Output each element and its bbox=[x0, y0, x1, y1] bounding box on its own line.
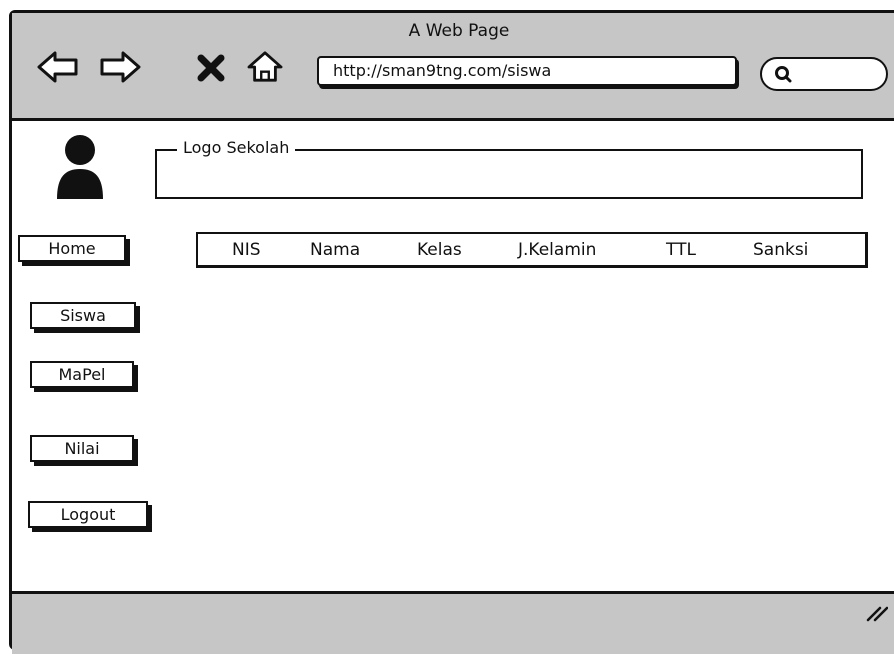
forward-arrow-icon[interactable] bbox=[98, 50, 142, 84]
search-input[interactable] bbox=[760, 57, 888, 91]
column-header-jkelamin: J.Kelamin bbox=[518, 240, 597, 260]
column-header-ttl: TTL bbox=[666, 240, 696, 260]
sidebar-item-home[interactable]: Home bbox=[18, 235, 126, 262]
browser-toolbar: A Web Page http://sman9tng.com/siswa bbox=[12, 13, 894, 121]
back-arrow-icon[interactable] bbox=[36, 50, 80, 84]
table-header: NIS Nama Kelas J.Kelamin TTL Sanksi bbox=[196, 232, 868, 268]
column-header-nama: Nama bbox=[310, 240, 361, 260]
column-header-nis: NIS bbox=[232, 240, 261, 260]
resize-grip-icon[interactable] bbox=[866, 602, 888, 622]
logo-label: Logo Sekolah bbox=[177, 138, 296, 158]
column-header-kelas: Kelas bbox=[417, 240, 462, 260]
browser-window: A Web Page http://sman9tng.com/siswa Log… bbox=[9, 10, 894, 654]
sidebar-item-mapel[interactable]: MaPel bbox=[30, 361, 134, 388]
column-header-sanksi: Sanksi bbox=[753, 240, 809, 260]
address-bar[interactable]: http://sman9tng.com/siswa bbox=[317, 56, 737, 86]
window-title: A Web Page bbox=[408, 21, 510, 41]
close-icon[interactable] bbox=[194, 50, 228, 84]
sidebar-item-nilai[interactable]: Nilai bbox=[30, 435, 134, 462]
logo-panel: Logo Sekolah bbox=[155, 138, 863, 199]
search-icon bbox=[775, 66, 792, 83]
home-icon[interactable] bbox=[245, 50, 285, 84]
user-icon bbox=[57, 135, 103, 199]
sidebar-item-siswa[interactable]: Siswa bbox=[30, 302, 136, 329]
sidebar-item-logout[interactable]: Logout bbox=[28, 501, 148, 528]
